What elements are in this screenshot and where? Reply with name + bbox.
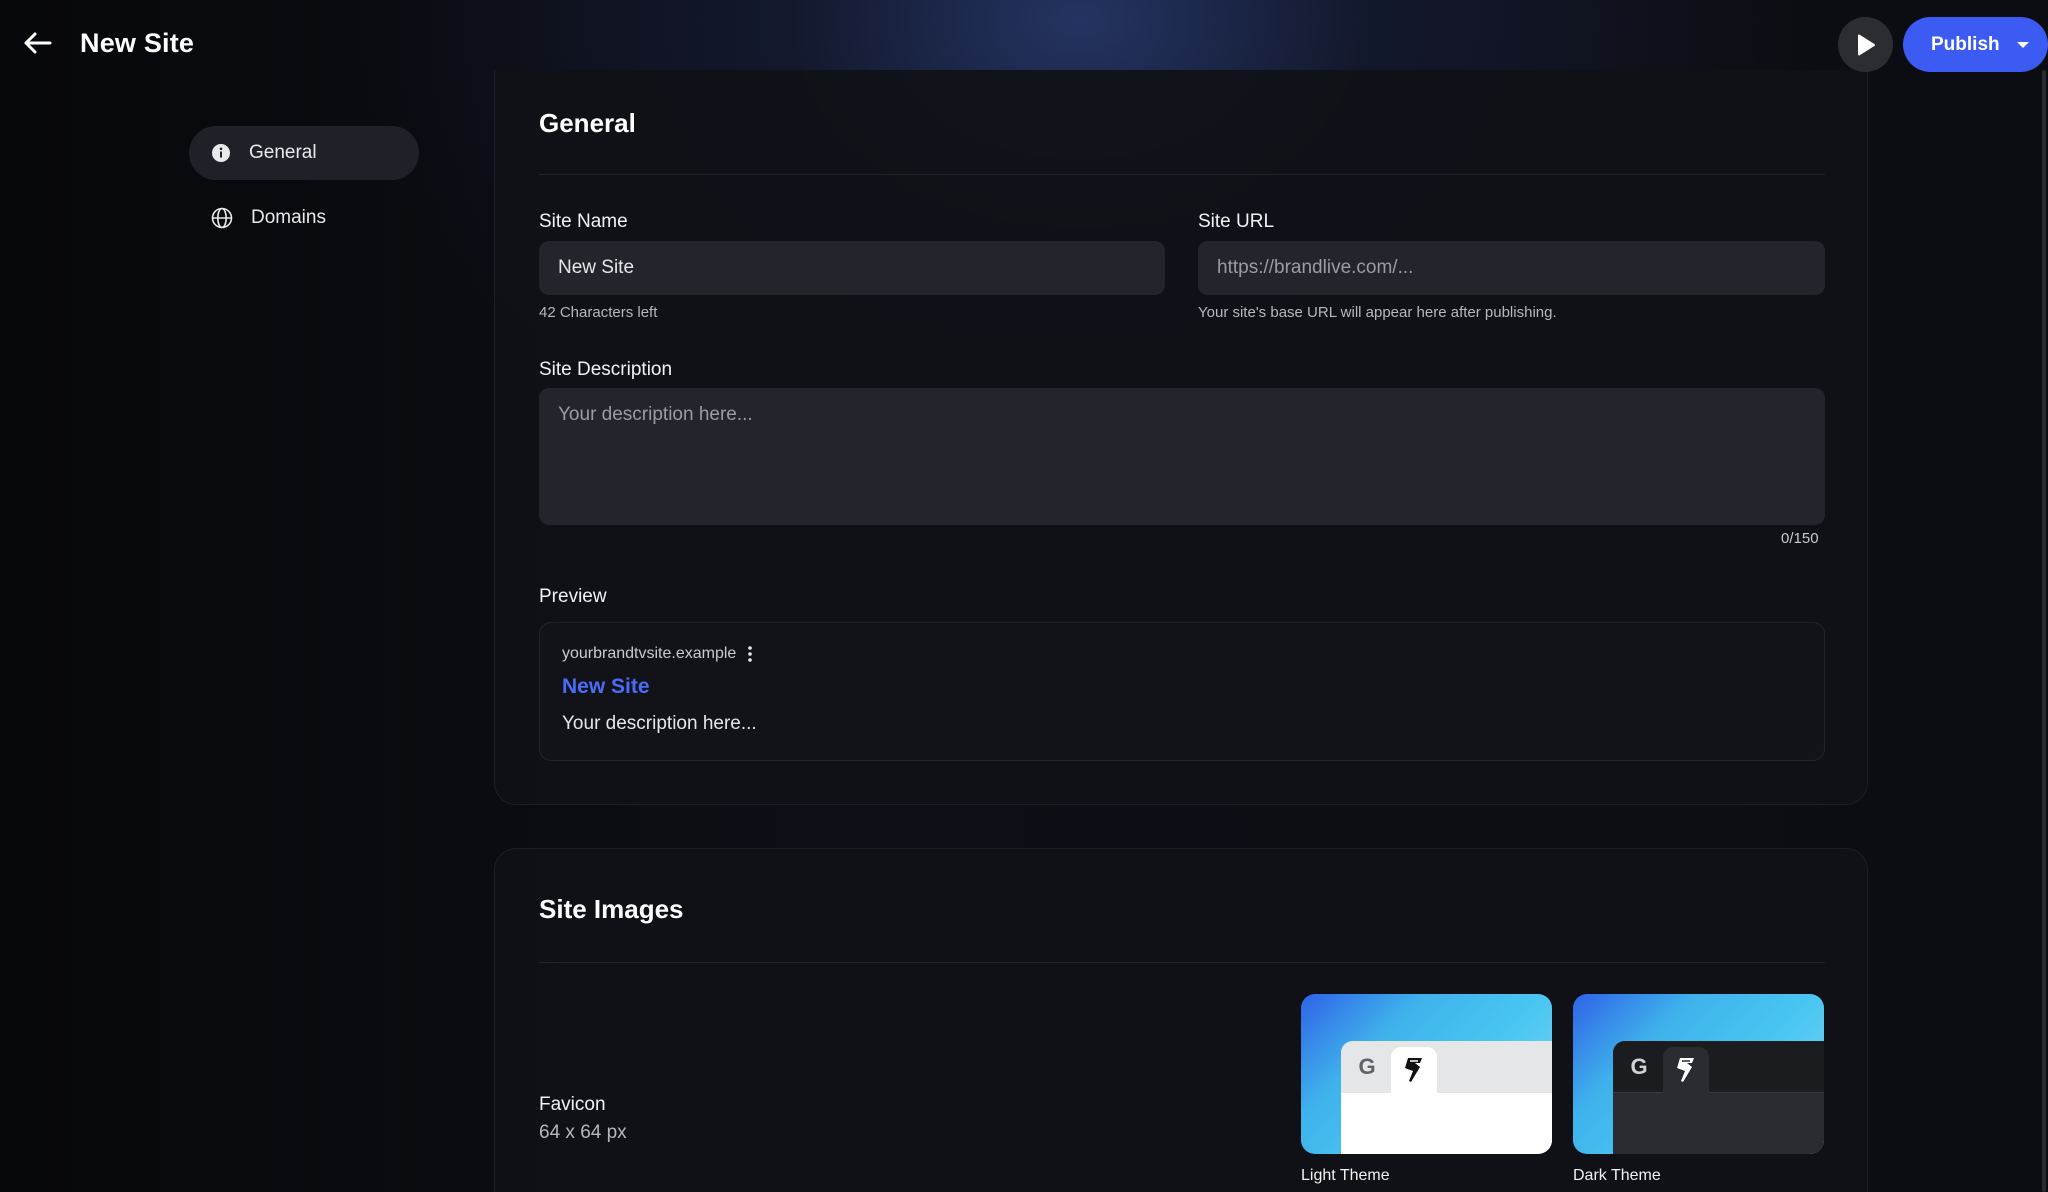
play-icon — [1857, 34, 1875, 55]
general-section-title: General — [539, 108, 636, 138]
search-preview: yourbrandtvsite.example New Site Your de… — [539, 622, 1825, 761]
general-card: General Site Name New Site 42 Characters… — [494, 70, 1868, 805]
site-images-card: Site Images Favicon 64 x 64 px G Light T… — [494, 848, 1868, 1192]
brand-logo-icon — [1405, 1058, 1422, 1082]
site-description-label: Site Description — [539, 359, 673, 380]
divider — [539, 174, 1825, 175]
site-name-label: Site Name — [539, 211, 628, 232]
favicon-tab — [1391, 1047, 1437, 1093]
site-name-input[interactable]: New Site — [539, 241, 1165, 295]
page-title: New Site — [80, 28, 195, 58]
preview-title: New Site — [562, 675, 650, 698]
more-vertical-icon — [748, 646, 753, 662]
sidebar-item-label: General — [249, 142, 317, 163]
caret-down-icon — [2016, 41, 2029, 48]
sidebar-item-label: Domains — [251, 207, 326, 228]
dark-theme-label: Dark Theme — [1573, 1167, 1661, 1184]
arrow-left-icon — [24, 32, 52, 54]
publish-button-label: Publish — [1931, 33, 2000, 55]
google-g-icon: G — [1630, 1054, 1648, 1079]
settings-sidebar: General Domains — [189, 126, 419, 256]
tab-bar: G — [1341, 1041, 1552, 1093]
back-button[interactable] — [20, 26, 54, 60]
top-bar: New Site Publish — [0, 0, 2048, 88]
preview-domain: yourbrandtvsite.example — [562, 645, 737, 662]
brand-logo-icon — [1677, 1058, 1694, 1082]
preview-label: Preview — [539, 586, 607, 607]
site-url-label: Site URL — [1198, 211, 1275, 232]
browser-mock: G — [1613, 1041, 1824, 1154]
google-g-icon: G — [1358, 1054, 1376, 1079]
preview-domain-row: yourbrandtvsite.example — [562, 645, 753, 663]
publish-button[interactable]: Publish — [1903, 17, 2048, 72]
site-images-section-title: Site Images — [539, 894, 684, 924]
page-scrollbar[interactable] — [2042, 70, 2046, 1192]
sidebar-item-domains[interactable]: Domains — [189, 191, 419, 245]
light-theme-label: Light Theme — [1301, 1167, 1390, 1184]
favicon-size: 64 x 64 px — [539, 1122, 627, 1143]
description-char-counter: 0/150 — [1781, 530, 1819, 547]
site-description-textarea[interactable]: Your description here... — [539, 388, 1825, 525]
preview-button[interactable] — [1838, 17, 1893, 72]
site-name-helper: 42 Characters left — [539, 304, 658, 321]
tab-bar: G — [1613, 1041, 1824, 1093]
browser-mock: G — [1341, 1041, 1552, 1154]
divider — [539, 962, 1825, 963]
favicon-tab — [1663, 1047, 1709, 1093]
preview-description: Your description here... — [562, 713, 757, 734]
site-url-input[interactable]: https://brandlive.com/... — [1198, 241, 1825, 295]
globe-icon — [211, 207, 233, 229]
sidebar-item-general[interactable]: General — [189, 126, 419, 180]
dark-theme-favicon-preview[interactable]: G — [1573, 994, 1824, 1154]
light-theme-favicon-preview[interactable]: G — [1301, 994, 1552, 1154]
site-url-helper: Your site's base URL will appear here af… — [1198, 304, 1557, 321]
favicon-label: Favicon — [539, 1094, 606, 1115]
info-icon — [212, 144, 230, 162]
